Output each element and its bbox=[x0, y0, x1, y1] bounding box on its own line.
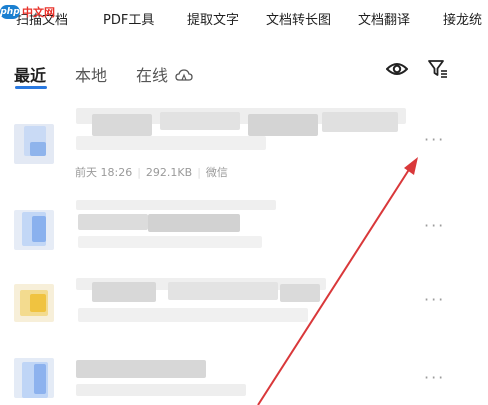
tool-pdf-tools[interactable]: PDF工具 bbox=[103, 9, 154, 28]
blur-block bbox=[76, 384, 246, 396]
blur-block bbox=[280, 284, 320, 302]
blur-block bbox=[92, 282, 156, 302]
file-row[interactable]: ··· bbox=[0, 192, 488, 268]
blur-block bbox=[322, 112, 398, 132]
file-row[interactable]: ··· bbox=[0, 344, 488, 405]
tab-recent[interactable]: 最近 bbox=[14, 62, 46, 86]
tab-online[interactable]: 在线 bbox=[136, 62, 193, 86]
more-options-button[interactable]: ··· bbox=[424, 368, 445, 387]
file-icon bbox=[10, 206, 58, 254]
watermark-text: 中文网 bbox=[22, 6, 55, 19]
blur-block bbox=[76, 136, 266, 150]
file-row[interactable]: ··· bbox=[0, 268, 488, 344]
watermark: php 中文网 bbox=[0, 3, 55, 21]
tab-online-label: 在线 bbox=[136, 66, 169, 85]
cloud-icon bbox=[175, 69, 193, 81]
blur-block bbox=[76, 200, 276, 210]
tool-doc-to-long-image[interactable]: 文档转长图 bbox=[266, 9, 331, 28]
tool-row: 扫描文档 PDF工具 提取文字 文档转长图 文档翻译 接龙统 bbox=[0, 0, 488, 36]
blur-block bbox=[78, 214, 148, 230]
tool-doc-translate[interactable]: 文档翻译 bbox=[358, 9, 410, 28]
file-tabs: 最近 本地 在线 bbox=[0, 54, 488, 94]
active-tab-underline bbox=[15, 86, 47, 89]
blur-block bbox=[92, 114, 152, 136]
tool-extract-text[interactable]: 提取文字 bbox=[187, 9, 239, 28]
file-icon bbox=[10, 278, 58, 326]
tab-local[interactable]: 本地 bbox=[75, 62, 107, 86]
tool-solitaire[interactable]: 接龙统 bbox=[443, 9, 482, 28]
blur-block bbox=[248, 114, 318, 136]
file-row[interactable]: 前天 18:26 | 292.1KB | 微信 ··· bbox=[0, 100, 488, 190]
more-options-button[interactable]: ··· bbox=[424, 216, 445, 235]
file-icon bbox=[10, 120, 58, 168]
blur-block bbox=[78, 236, 262, 248]
file-date: 前天 18:26 bbox=[75, 166, 133, 179]
more-options-button[interactable]: ··· bbox=[424, 290, 445, 309]
more-options-button[interactable]: ··· bbox=[424, 130, 445, 149]
file-meta: 前天 18:26 | 292.1KB | 微信 bbox=[75, 166, 228, 179]
blur-block bbox=[168, 282, 278, 300]
blur-block bbox=[148, 214, 240, 232]
file-icon bbox=[10, 354, 58, 402]
file-size: 292.1KB bbox=[145, 166, 193, 179]
eye-icon[interactable] bbox=[386, 60, 408, 78]
file-source: 微信 bbox=[205, 166, 228, 179]
filter-icon[interactable] bbox=[427, 58, 449, 80]
blur-block bbox=[76, 360, 206, 378]
blur-block bbox=[160, 112, 240, 130]
blur-block bbox=[78, 308, 308, 322]
watermark-logo: php bbox=[0, 5, 20, 19]
